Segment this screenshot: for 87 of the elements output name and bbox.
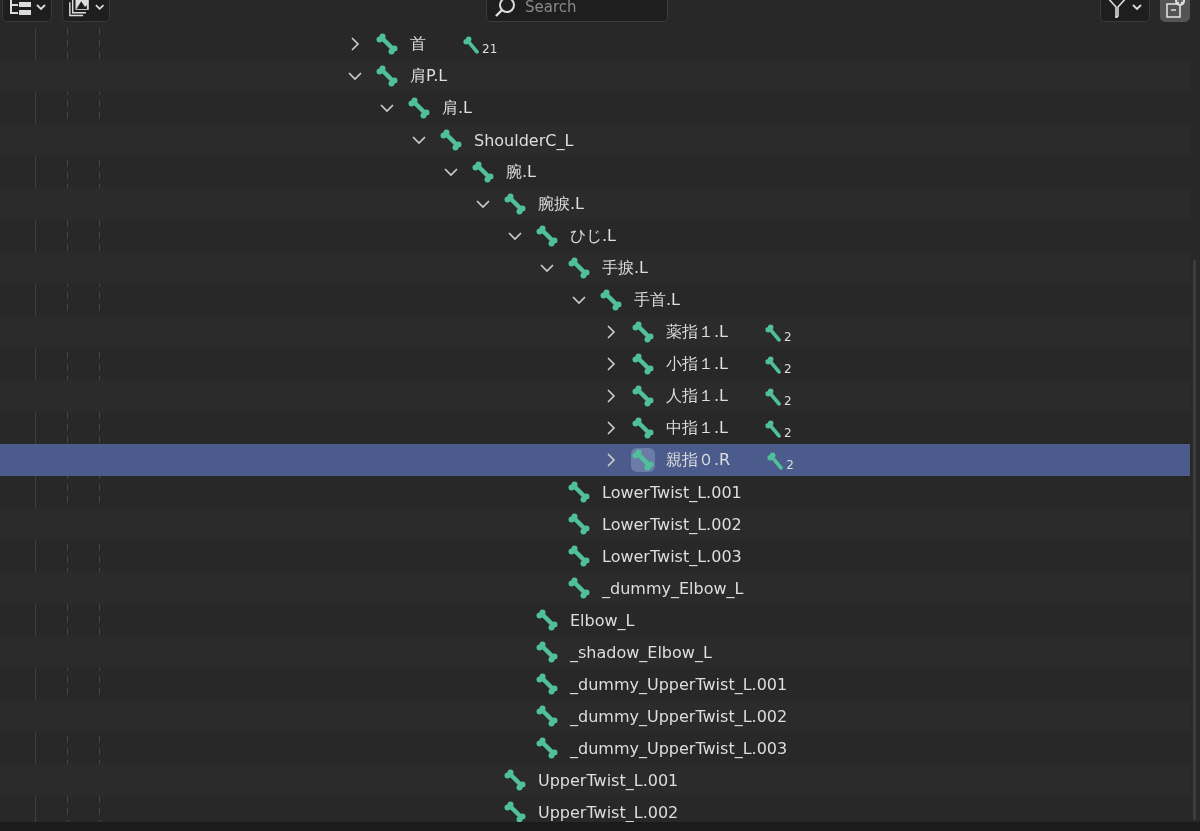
bone-icon [375, 64, 399, 88]
bone-icon [503, 800, 527, 822]
bone-icon [567, 512, 591, 536]
bone-icon [567, 480, 591, 504]
bone-name: _dummy_UpperTwist_L.001 [570, 674, 788, 694]
bone-icon [567, 544, 591, 568]
tree-row[interactable]: _dummy_UpperTwist_L.003 [0, 732, 1190, 764]
tree-row[interactable]: 腕.L [0, 156, 1190, 188]
bone-icon [535, 640, 559, 664]
bone-icon [764, 388, 784, 408]
list-icon [7, 0, 33, 18]
bone-icon [462, 36, 482, 56]
bone-name: 腕捩.L [538, 193, 584, 215]
bone-icon [375, 32, 399, 56]
bone-name: 手捩.L [602, 257, 648, 279]
bone-icon [535, 672, 559, 696]
bone-name: 肩.L [442, 97, 472, 119]
child-count: 2 [784, 394, 792, 408]
child-count: 2 [784, 362, 792, 376]
child-count: 2 [786, 458, 794, 472]
bone-icon [535, 608, 559, 632]
bone-name: 腕.L [506, 161, 536, 183]
chevron-down-icon [93, 2, 105, 12]
bone-name: _dummy_Elbow_L [602, 578, 744, 598]
tree-row[interactable]: ひじ.L [0, 220, 1190, 252]
bone-icon [567, 256, 591, 280]
bone-icon [535, 736, 559, 760]
bone-icon [503, 192, 527, 216]
bone-name: _shadow_Elbow_L [570, 642, 712, 662]
tree-row[interactable]: 小指１.L 2 [0, 348, 1190, 380]
bone-icon [631, 448, 655, 472]
bone-name: LowerTwist_L.002 [602, 514, 742, 534]
bone-name: 手首.L [634, 289, 680, 311]
bone-name: Elbow_L [570, 610, 635, 630]
display-mode-button[interactable] [2, 0, 52, 22]
bone-icon [567, 576, 591, 600]
bone-icon [631, 384, 655, 408]
tree-row[interactable]: LowerTwist_L.003 [0, 540, 1190, 572]
tree-row[interactable]: 肩.L [0, 92, 1190, 124]
bone-name: ShoulderC_L [474, 130, 574, 150]
bone-name: 中指１.L [666, 417, 728, 439]
bone-icon [407, 96, 431, 120]
bone-name: 人指１.L [666, 385, 728, 407]
bone-name: _dummy_UpperTwist_L.003 [570, 738, 788, 758]
tree-row[interactable]: 中指１.L 2 [0, 412, 1190, 444]
bone-icon [599, 288, 623, 312]
image-stack-icon [67, 0, 92, 18]
bone-name: UpperTwist_L.002 [538, 802, 679, 822]
view-layer-button[interactable] [62, 0, 110, 22]
bone-icon [535, 704, 559, 728]
tree-row[interactable]: _dummy_UpperTwist_L.001 [0, 668, 1190, 700]
bone-icon [764, 324, 784, 344]
chevron-down-icon [35, 2, 47, 12]
tree-row[interactable]: LowerTwist_L.001 [0, 476, 1190, 508]
bone-name: LowerTwist_L.003 [602, 546, 742, 566]
bone-icon [503, 768, 527, 792]
search-field[interactable]: Search [486, 0, 668, 22]
child-count: 2 [784, 330, 792, 344]
bone-icon [439, 128, 463, 152]
bone-icon [631, 352, 655, 376]
bone-icon [471, 160, 495, 184]
tree-row[interactable]: UpperTwist_L.002 [0, 796, 1190, 822]
tree-row[interactable]: 首 21 [0, 28, 1190, 60]
bone-icon [631, 416, 655, 440]
bone-name: _dummy_UpperTwist_L.002 [570, 706, 788, 726]
child-count: 21 [482, 42, 498, 56]
child-count: 2 [784, 426, 792, 440]
bone-name: UpperTwist_L.001 [538, 770, 679, 790]
tree-row[interactable]: 手首.L [0, 284, 1190, 316]
bone-name: 首 [410, 33, 426, 55]
bone-icon [764, 356, 784, 376]
bone-icon [631, 320, 655, 344]
collection-add-icon [1164, 0, 1186, 18]
bone-name: 肩P.L [410, 65, 448, 87]
bone-name: 薬指１.L [666, 321, 728, 343]
bone-icon [764, 420, 784, 440]
bone-name: ひじ.L [570, 225, 616, 247]
tree-row[interactable]: Elbow_L [0, 604, 1190, 636]
new-collection-button[interactable] [1160, 0, 1190, 22]
bone-name: 親指０.R [666, 449, 731, 471]
bone-icon [535, 224, 559, 248]
search-icon [494, 0, 516, 17]
bone-name: LowerTwist_L.001 [602, 482, 742, 502]
filter-button[interactable] [1100, 0, 1150, 22]
tree-row[interactable]: 親指０.R 2 [0, 444, 1190, 476]
bone-name: 小指１.L [666, 353, 728, 375]
chevron-down-icon [1131, 2, 1143, 12]
